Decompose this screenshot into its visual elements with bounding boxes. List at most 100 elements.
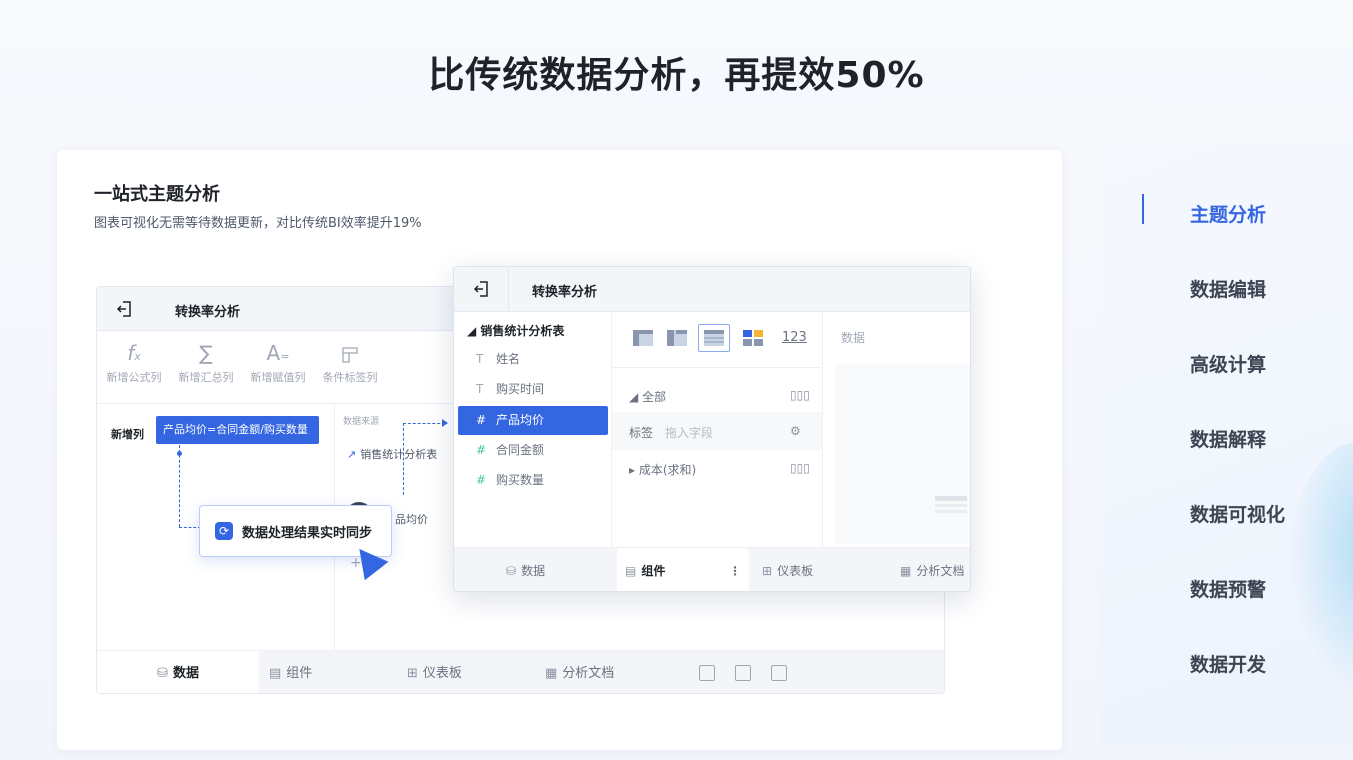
toolbar: fx 新增公式列 ∑ 新增汇总列 A= 新增赋值列 条件标签列: [97, 339, 457, 395]
field-table-name: 销售统计分析表: [480, 324, 565, 338]
chart-type-picker: 123: [632, 323, 808, 355]
add-component-icon[interactable]: [699, 665, 715, 681]
text-type-icon: T: [476, 352, 484, 366]
tool-label: 条件标签列: [322, 371, 378, 384]
tab-component[interactable]: ▤ 组件: [269, 651, 313, 693]
tag-label: 标签: [629, 426, 654, 440]
data-preview-label: 数据: [841, 331, 866, 345]
field-name: 购买数量: [496, 473, 545, 487]
tab-label: 组件: [286, 666, 313, 681]
add-dashboard-icon[interactable]: [735, 665, 751, 681]
nav-item-data-edit[interactable]: 数据编辑: [1190, 275, 1266, 302]
table-chart-icon[interactable]: [632, 329, 654, 347]
titlebar-divider: [508, 267, 509, 312]
back-window-tabs: ⛁ 数据 ▤ 组件 ⊞ 仪表板 ▦ 分析文档: [97, 650, 944, 693]
card-title: 一站式主题分析: [94, 184, 220, 205]
add-formula-column-button[interactable]: fx 新增公式列: [97, 339, 171, 385]
chart-type-divider: [612, 367, 822, 368]
front-window: 转换率分析 ◢ 销售统计分析表 T 姓名 T 购买时间 # 产品均价 # 合同金额 # 购…: [453, 266, 971, 592]
tag-drop-zone[interactable]: 拖入字段: [665, 426, 713, 440]
sigma-icon: ∑: [199, 341, 213, 365]
front-window-titlebar: 转换率分析: [454, 267, 970, 312]
connector-line: [403, 423, 445, 424]
nav-item-data-explain[interactable]: 数据解释: [1190, 425, 1266, 452]
decorative-orb: [1288, 442, 1353, 702]
tab-label: 分析文档: [916, 564, 965, 578]
dashboard-icon: ⊞: [407, 666, 418, 681]
active-indicator: [1142, 194, 1144, 224]
tab-label: 分析文档: [562, 666, 615, 681]
tab-label: 组件: [641, 564, 666, 578]
tab-analysis-doc[interactable]: ▦ 分析文档: [545, 651, 615, 693]
nav-item-data-dev[interactable]: 数据开发: [1190, 650, 1266, 677]
table-placeholder-icon: [935, 496, 967, 513]
number-type-icon: #: [476, 413, 487, 427]
tab-dashboard[interactable]: ⊞ 仪表板: [762, 548, 813, 591]
card-chart-icon[interactable]: [742, 329, 764, 347]
config-all[interactable]: ◢ 全部: [629, 388, 666, 405]
dashboard-icon: ⊞: [762, 564, 773, 578]
formula-chip[interactable]: 产品均价=合同金额/购买数量: [156, 416, 319, 444]
gear-icon[interactable]: ⚙: [790, 424, 801, 438]
tab-label: 仪表板: [422, 666, 462, 681]
field-stub: 品均价: [395, 513, 428, 526]
document-icon: ▦: [900, 564, 912, 578]
hero-title: 比传统数据分析，再提效50%: [428, 55, 925, 96]
field-name: 合同金额: [496, 443, 545, 457]
component-icon: ▤: [269, 666, 282, 681]
tab-label: 数据: [521, 564, 546, 578]
new-column-label: 新增列: [111, 428, 144, 441]
field-item[interactable]: # 购买数量: [458, 466, 608, 495]
measure-label: 成本(求和): [638, 463, 697, 477]
sync-popup-text: 数据处理结果实时同步: [242, 526, 373, 541]
fx-icon: fx: [127, 341, 141, 365]
database-icon: ⛁: [506, 564, 517, 578]
config-all-label: 全部: [642, 390, 667, 404]
add-summary-column-button[interactable]: ∑ 新增汇总列: [169, 339, 243, 385]
tool-label: 新增汇总列: [178, 371, 234, 384]
condition-tag-column-button[interactable]: 条件标签列: [313, 339, 387, 385]
field-name: 姓名: [496, 352, 521, 366]
number-chart-icon[interactable]: 123: [782, 330, 807, 345]
field-item[interactable]: # 合同金额: [458, 436, 608, 465]
field-item[interactable]: T 姓名: [458, 345, 608, 374]
arrowhead-icon: [442, 419, 448, 427]
more-options-icon[interactable]: ⋮: [729, 548, 741, 591]
data-preview: 数据: [822, 312, 970, 547]
nav-item-data-viz[interactable]: 数据可视化: [1190, 500, 1285, 527]
number-type-icon: #: [476, 443, 487, 457]
feature-card: 一站式主题分析 图表可视化无需等待数据更新，对比传统BI效率提升19% 转换率分…: [57, 150, 1062, 750]
tab-label: 数据: [172, 666, 199, 681]
detail-table-icon[interactable]: [698, 324, 730, 352]
exit-icon[interactable]: [472, 279, 492, 299]
exit-icon[interactable]: [115, 299, 135, 319]
tab-data[interactable]: ⛁ 数据: [506, 548, 546, 591]
tab-data[interactable]: ⛁ 数据: [97, 651, 259, 693]
trend-icon: ↗: [347, 448, 357, 461]
side-nav: 主题分析 数据编辑 高级计算 数据解释 数据可视化 数据预警 数据开发: [1098, 142, 1353, 750]
nav-item-topic-analysis[interactable]: 主题分析: [1190, 200, 1266, 227]
source-table[interactable]: ↗ 销售统计分析表: [347, 446, 437, 462]
bar-icon[interactable]: ▯▯▯: [790, 461, 810, 475]
config-measure[interactable]: ▸ 成本(求和): [629, 461, 696, 478]
component-icon: ▤: [625, 564, 637, 578]
tool-label: 新增赋值列: [250, 371, 306, 384]
cross-table-icon[interactable]: [666, 329, 688, 347]
tab-analysis-doc[interactable]: ▦ 分析文档: [900, 548, 965, 591]
bar-icon[interactable]: ▯▯▯: [790, 388, 810, 402]
front-window-tabs: ⛁ 数据 ▤ 组件 ⋮ ⊞ 仪表板 ▦ 分析文档: [454, 547, 970, 591]
nav-item-data-alert[interactable]: 数据预警: [1190, 575, 1266, 602]
tab-dashboard[interactable]: ⊞ 仪表板: [407, 651, 462, 693]
nav-item-advanced-calc[interactable]: 高级计算: [1190, 350, 1266, 377]
tab-component[interactable]: ▤ 组件 ⋮: [617, 548, 749, 591]
field-item[interactable]: T 购买时间: [458, 375, 608, 404]
add-document-icon[interactable]: [771, 665, 787, 681]
document-icon: ▦: [545, 666, 558, 681]
data-source-label: 数据来源: [343, 417, 380, 427]
field-item-selected[interactable]: # 产品均价: [458, 406, 608, 435]
sync-icon: ⟳: [215, 522, 233, 540]
field-table-header[interactable]: ◢ 销售统计分析表: [467, 322, 564, 339]
text-type-icon: T: [476, 382, 484, 396]
add-assign-column-button[interactable]: A= 新增赋值列: [241, 339, 315, 385]
card-subtitle: 图表可视化无需等待数据更新，对比传统BI效率提升19%: [94, 216, 422, 231]
